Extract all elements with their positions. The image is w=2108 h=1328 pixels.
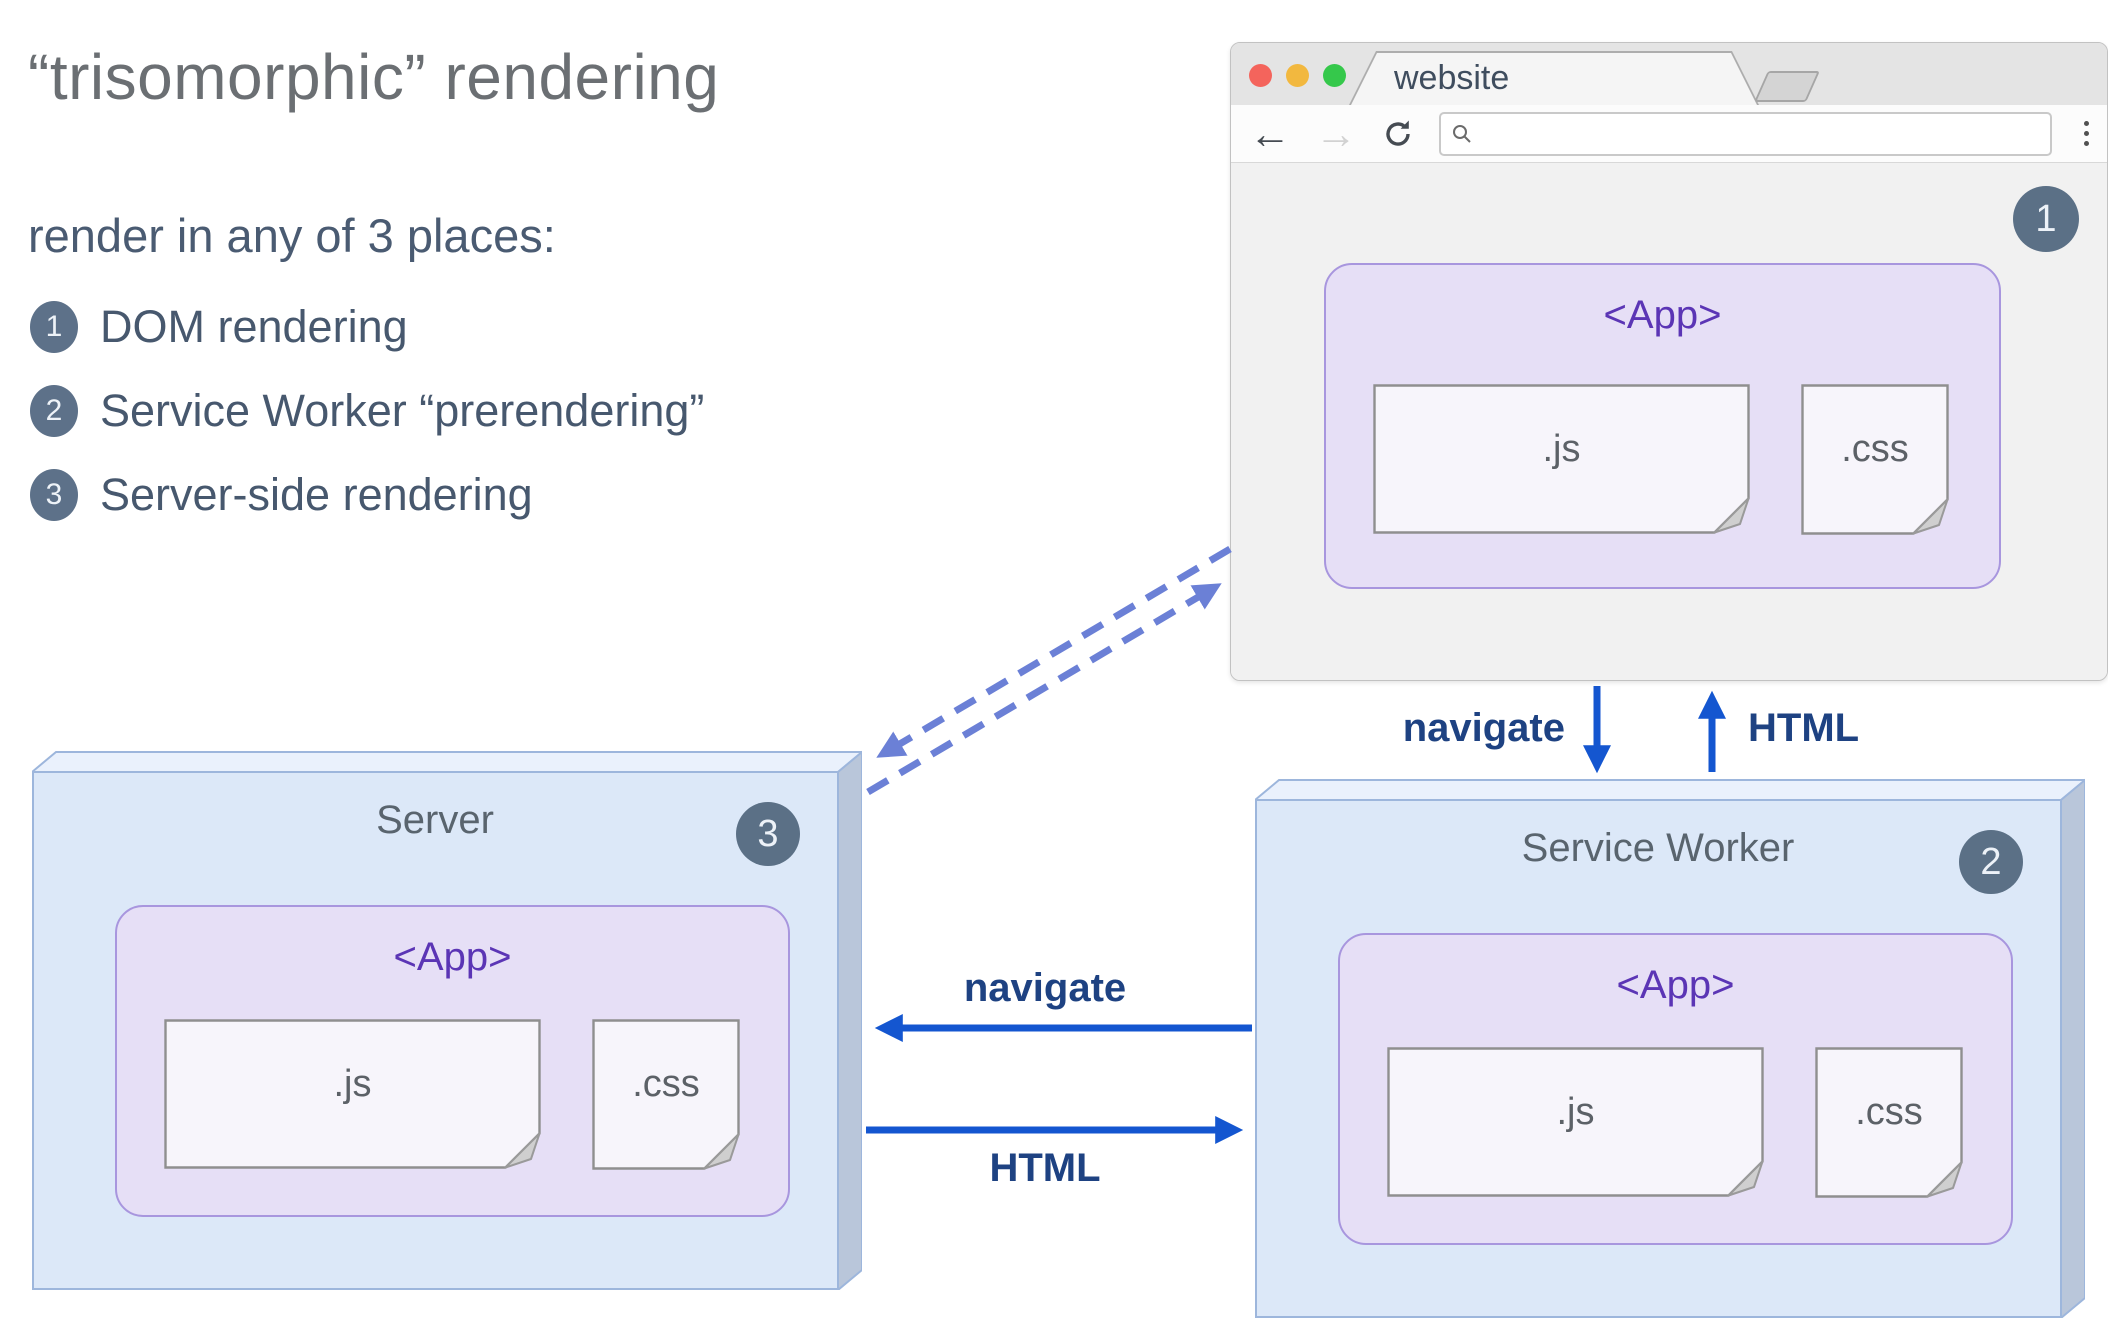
legend-item-server-side: 3 Server-side rendering [30, 464, 704, 526]
css-file-icon: .css [1815, 1047, 1963, 1198]
browser-menu-button[interactable] [2084, 121, 2089, 146]
service-worker-box-face: Service Worker 2 <App> .js .css [1255, 800, 2061, 1318]
browser-tab[interactable]: website [1348, 51, 1760, 107]
reload-button[interactable] [1381, 117, 1415, 151]
legend-badge-2: 2 [30, 385, 78, 437]
new-tab-button[interactable] [1754, 71, 1820, 102]
app-box-server: <App> .js .css [115, 905, 790, 1217]
css-file-label: .css [1855, 1091, 1923, 1133]
legend-badge-3: 3 [30, 469, 78, 521]
css-file-icon: .css [1801, 384, 1949, 535]
tab-title: website [1394, 59, 1510, 97]
legend-item-dom: 1 DOM rendering [30, 296, 704, 358]
dashed-arrow-to-browser [866, 583, 1222, 796]
page-title: “trisomorphic” rendering [28, 41, 720, 113]
legend-label: Server-side rendering [100, 469, 533, 520]
app-label: <App> [1616, 963, 1735, 1007]
close-window-icon[interactable] [1249, 64, 1272, 87]
js-file-label: .js [1542, 428, 1581, 470]
css-file-icon: .css [592, 1019, 740, 1170]
step-badge-1: 1 [2013, 186, 2079, 252]
browser-tabstrip: website [1231, 43, 2107, 107]
app-label: <App> [393, 935, 512, 979]
maximize-window-icon[interactable] [1323, 64, 1346, 87]
legend-list: 1 DOM rendering 2 Service Worker “preren… [30, 296, 704, 526]
forward-button[interactable]: → [1315, 112, 1357, 155]
js-file-label: .js [1556, 1091, 1595, 1133]
window-controls [1249, 64, 1346, 87]
dashed-arrow-to-server [876, 545, 1232, 758]
server-box-face: Server 3 <App> .js .css [32, 772, 838, 1290]
search-icon [1453, 124, 1471, 143]
url-bar[interactable] [1439, 111, 2052, 156]
step-badge-3: 3 [736, 802, 800, 866]
reload-icon [1386, 120, 1410, 146]
js-file-icon: .js [1373, 384, 1750, 534]
service-worker-box: Service Worker 2 <App> .js .css [1255, 778, 2085, 1318]
browser-window: website ← → 1 <App> .js .css [1230, 42, 2108, 681]
js-file-icon: .js [1387, 1047, 1764, 1197]
html-label-vertical: HTML [1748, 706, 1860, 750]
legend-label: Service Worker “prerendering” [100, 385, 705, 436]
browser-viewport: 1 <App> .js .css [1231, 164, 2107, 680]
intro-text: render in any of 3 places: [28, 209, 556, 262]
step-badge-2: 2 [1959, 830, 2023, 894]
js-file-icon: .js [164, 1019, 541, 1169]
js-file-label: .js [333, 1063, 372, 1105]
legend-label: DOM rendering [100, 301, 408, 352]
legend-badge-1: 1 [30, 301, 78, 353]
back-button[interactable]: ← [1249, 112, 1291, 155]
browser-toolbar: ← → [1231, 105, 2107, 163]
navigate-label-vertical: navigate [1402, 706, 1565, 750]
server-box: Server 3 <App> .js .css [32, 750, 862, 1290]
slide-canvas: “trisomorphic” rendering render in any o… [0, 0, 2108, 1328]
app-box-service-worker: <App> .js .css [1338, 933, 2013, 1245]
css-file-label: .css [632, 1063, 700, 1105]
legend-item-service-worker: 2 Service Worker “prerendering” [30, 380, 704, 442]
app-box-browser: <App> .js .css [1324, 263, 2001, 589]
html-label-horizontal: HTML [989, 1146, 1101, 1190]
service-worker-title: Service Worker [1521, 826, 1795, 870]
css-file-label: .css [1841, 428, 1909, 470]
minimize-window-icon[interactable] [1286, 64, 1309, 87]
app-label: <App> [1603, 293, 1722, 337]
navigate-label-horizontal: navigate [963, 966, 1127, 1010]
server-title: Server [376, 798, 494, 842]
